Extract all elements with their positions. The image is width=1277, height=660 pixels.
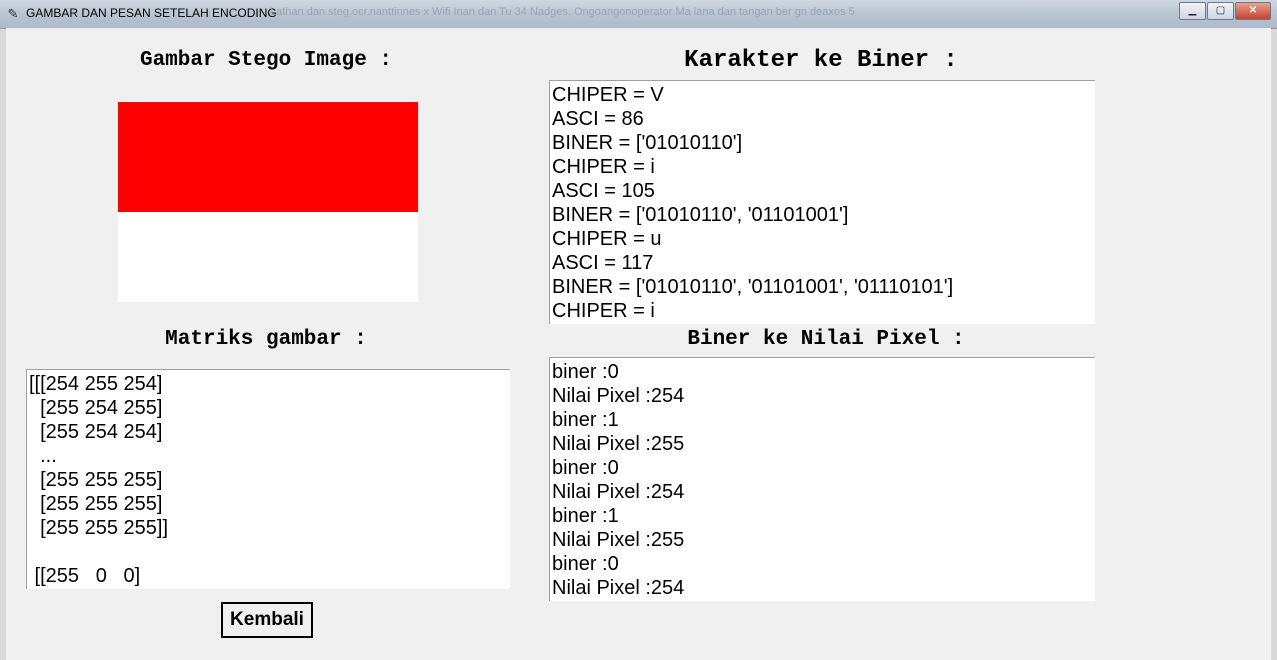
window-client-area: Gambar Stego Image : Karakter ke Biner :…	[6, 28, 1271, 660]
karakter-biner-textbox[interactable]: CHIPER = V ASCI = 86 BINER = ['01010110'…	[549, 80, 1095, 324]
biner-line: Nilai Pixel :255	[552, 529, 685, 551]
biner-line: Nilai Pixel :254	[552, 385, 685, 407]
karakter-line: ASCI = 117	[552, 252, 654, 274]
karakter-line: BINER = ['01010110', '01101001', '011101…	[552, 276, 954, 298]
stego-image	[118, 102, 418, 302]
karakter-biner-heading: Karakter ke Biner :	[684, 47, 958, 74]
background-taskbar-text: Lathan dan steg.ocr.nanttinnes x Wifi In…	[270, 6, 855, 18]
matriks-line: ...	[29, 445, 57, 467]
biner-line: Nilai Pixel :254	[552, 481, 685, 503]
close-button[interactable]: ✕	[1235, 2, 1271, 20]
biner-line: biner :0	[552, 457, 619, 479]
karakter-line: BINER = ['01010110', '01101001']	[552, 204, 849, 226]
title-bar: ✎ GAMBAR DAN PESAN SETELAH ENCODING Lath…	[0, 0, 1277, 29]
karakter-line: CHIPER = i	[552, 300, 655, 322]
matriks-heading: Matriks gambar :	[165, 328, 367, 351]
biner-line: biner :0	[552, 553, 619, 575]
biner-line: biner :1	[552, 409, 619, 431]
matriks-line: [255 254 254]	[29, 421, 163, 443]
matriks-line: [[[254 255 254]	[29, 373, 163, 395]
biner-line: biner :1	[552, 505, 619, 527]
matriks-line: [255 255 255]	[29, 493, 163, 515]
window-controls: ▁ ▢ ✕	[1178, 2, 1271, 20]
matriks-line: [255 255 255]	[29, 469, 163, 491]
matriks-line: [[255 0 0]	[29, 565, 141, 587]
kembali-button[interactable]: Kembali	[221, 602, 313, 638]
biner-line: Nilai Pixel :254	[552, 577, 685, 599]
matriks-line: [255 255 255]]	[29, 517, 169, 539]
minimize-button[interactable]: ▁	[1179, 2, 1206, 20]
karakter-line: ASCI = 105	[552, 180, 655, 202]
biner-line: Nilai Pixel :255	[552, 433, 685, 455]
window-title: GAMBAR DAN PESAN SETELAH ENCODING	[26, 6, 277, 20]
stego-image-red-band	[118, 102, 418, 212]
karakter-line: BINER = ['01010110']	[552, 132, 743, 154]
biner-pixel-textbox[interactable]: biner :0 Nilai Pixel :254 biner :1 Nilai…	[549, 357, 1095, 601]
stego-image-white-band	[118, 212, 418, 302]
matriks-line: [255 254 255]	[29, 397, 163, 419]
feather-icon: ✎	[7, 6, 19, 21]
karakter-line: CHIPER = i	[552, 156, 655, 178]
biner-pixel-heading: Biner ke Nilai Pixel :	[687, 328, 965, 351]
maximize-button[interactable]: ▢	[1207, 2, 1234, 20]
karakter-line: CHIPER = u	[552, 228, 662, 250]
karakter-line: CHIPER = V	[552, 84, 664, 106]
matriks-textbox[interactable]: [[[254 255 254] [255 254 255] [255 254 2…	[26, 369, 510, 589]
karakter-line: ASCI = 86	[552, 108, 644, 130]
stego-image-heading: Gambar Stego Image :	[139, 49, 393, 72]
biner-line: biner :0	[552, 361, 619, 383]
matriks-line: ​	[29, 540, 510, 564]
